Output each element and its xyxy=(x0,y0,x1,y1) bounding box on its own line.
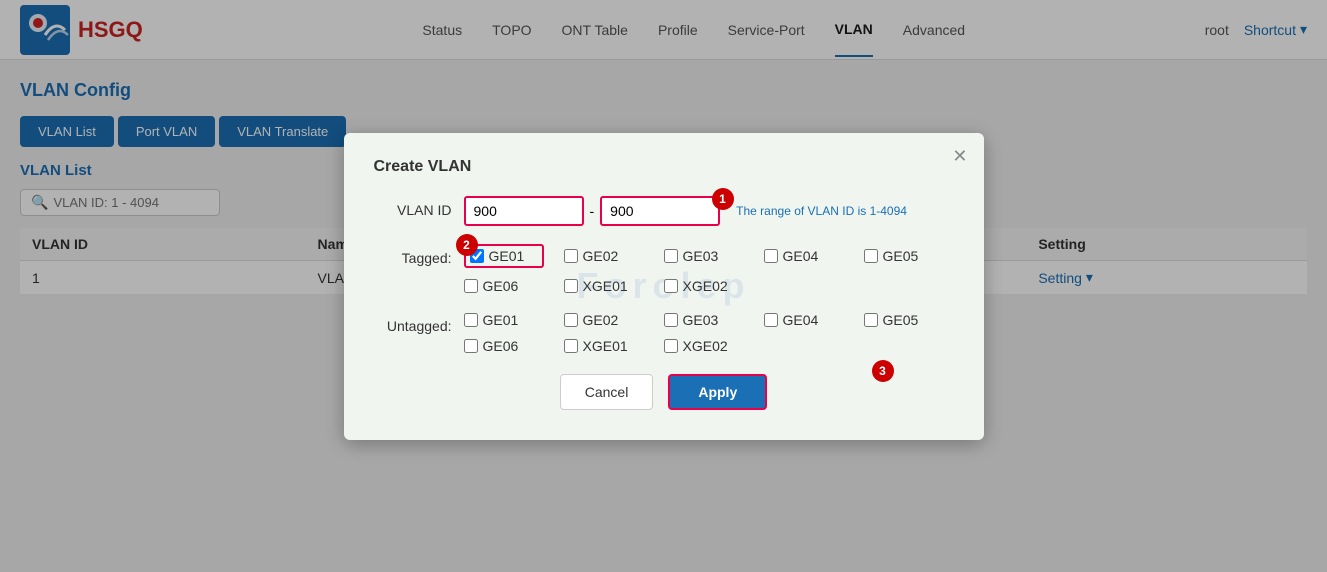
tagged-ge04-label: GE04 xyxy=(783,248,819,264)
untagged-ge03-item[interactable]: GE03 xyxy=(664,312,744,328)
untagged-ge02-item[interactable]: GE02 xyxy=(564,312,644,328)
untagged-xge01-item[interactable]: XGE01 xyxy=(564,338,644,354)
untagged-xge02-item[interactable]: XGE02 xyxy=(664,338,744,354)
tagged-xge02-label: XGE02 xyxy=(683,278,728,294)
tagged-xge01-item[interactable]: XGE01 xyxy=(564,278,644,294)
untagged-row: Untagged: GE01 GE02 GE03 xyxy=(374,312,954,354)
dialog-title: Create VLAN xyxy=(374,158,954,176)
tagged-ge06-item[interactable]: GE06 xyxy=(464,278,544,294)
tagged-xge02-checkbox[interactable] xyxy=(664,279,678,293)
untagged-ge04-label: GE04 xyxy=(783,312,819,328)
untagged-ge05-checkbox[interactable] xyxy=(864,313,878,327)
untagged-ge03-label: GE03 xyxy=(683,312,719,328)
untagged-ge03-checkbox[interactable] xyxy=(664,313,678,327)
tagged-control: GE01 GE02 GE03 GE04 xyxy=(464,244,954,294)
badge-3: 3 xyxy=(872,360,894,382)
untagged-ge05-item[interactable]: GE05 xyxy=(864,312,944,328)
tagged-ge05-label: GE05 xyxy=(883,248,919,264)
vlan-id-hint: The range of VLAN ID is 1-4094 xyxy=(736,204,907,218)
vlan-id-label: VLAN ID xyxy=(374,196,464,218)
vlan-id-control: - The range of VLAN ID is 1-4094 xyxy=(464,196,954,226)
dialog-actions: 3 Cancel Apply xyxy=(374,374,954,410)
untagged-ge05-label: GE05 xyxy=(883,312,919,328)
vlan-id-separator: - xyxy=(590,203,595,219)
untagged-ge06-checkbox[interactable] xyxy=(464,339,478,353)
tagged-ge02-checkbox[interactable] xyxy=(564,249,578,263)
tagged-ge04-item[interactable]: GE04 xyxy=(764,244,844,268)
untagged-xge01-label: XGE01 xyxy=(583,338,628,354)
untagged-ge01-label: GE01 xyxy=(483,312,519,328)
untagged-xge02-checkbox[interactable] xyxy=(664,339,678,353)
vlan-id-row: 1 VLAN ID - The range of VLAN ID is 1-40… xyxy=(374,196,954,226)
untagged-ge04-checkbox[interactable] xyxy=(764,313,778,327)
tagged-checkbox-grid: GE01 GE02 GE03 GE04 xyxy=(464,244,954,294)
tagged-ge03-checkbox[interactable] xyxy=(664,249,678,263)
untagged-xge02-label: XGE02 xyxy=(683,338,728,354)
badge-1: 1 xyxy=(712,188,734,210)
untagged-control: GE01 GE02 GE03 GE04 xyxy=(464,312,954,354)
untagged-ge01-item[interactable]: GE01 xyxy=(464,312,544,328)
tagged-ge03-item[interactable]: GE03 xyxy=(664,244,744,268)
untagged-ge06-item[interactable]: GE06 xyxy=(464,338,544,354)
tagged-xge01-label: XGE01 xyxy=(583,278,628,294)
tagged-ge05-item[interactable]: GE05 xyxy=(864,244,944,268)
untagged-checkbox-grid: GE01 GE02 GE03 GE04 xyxy=(464,312,954,354)
tagged-ge05-checkbox[interactable] xyxy=(864,249,878,263)
tagged-xge02-item[interactable]: XGE02 xyxy=(664,278,744,294)
create-vlan-dialog: Forolep ✕ Create VLAN 1 VLAN ID - The ra… xyxy=(344,133,984,440)
untagged-xge01-checkbox[interactable] xyxy=(564,339,578,353)
untagged-label: Untagged: xyxy=(374,312,464,334)
untagged-ge02-label: GE02 xyxy=(583,312,619,328)
cancel-button[interactable]: Cancel xyxy=(560,374,654,410)
tagged-label: Tagged: xyxy=(374,244,464,266)
tagged-ge04-checkbox[interactable] xyxy=(764,249,778,263)
dialog-inner: 1 VLAN ID - The range of VLAN ID is 1-40… xyxy=(374,196,954,410)
tagged-ge02-item[interactable]: GE02 xyxy=(564,244,644,268)
vlan-id-from-input[interactable] xyxy=(464,196,584,226)
dialog-close-button[interactable]: ✕ xyxy=(952,147,967,165)
modal-overlay: Forolep ✕ Create VLAN 1 VLAN ID - The ra… xyxy=(0,0,1327,572)
untagged-ge02-checkbox[interactable] xyxy=(564,313,578,327)
tagged-ge06-label: GE06 xyxy=(483,278,519,294)
tagged-row: 2 Tagged: GE01 GE02 xyxy=(374,244,954,294)
tagged-xge01-checkbox[interactable] xyxy=(564,279,578,293)
tagged-ge03-label: GE03 xyxy=(683,248,719,264)
vlan-id-to-input[interactable] xyxy=(600,196,720,226)
tagged-ge06-checkbox[interactable] xyxy=(464,279,478,293)
apply-button[interactable]: Apply xyxy=(668,374,767,410)
untagged-ge01-checkbox[interactable] xyxy=(464,313,478,327)
untagged-ge04-item[interactable]: GE04 xyxy=(764,312,844,328)
badge-2: 2 xyxy=(456,234,478,256)
vlan-id-group: - xyxy=(464,196,721,226)
tagged-ge01-label: GE01 xyxy=(489,248,525,264)
tagged-ge02-label: GE02 xyxy=(583,248,619,264)
untagged-ge06-label: GE06 xyxy=(483,338,519,354)
